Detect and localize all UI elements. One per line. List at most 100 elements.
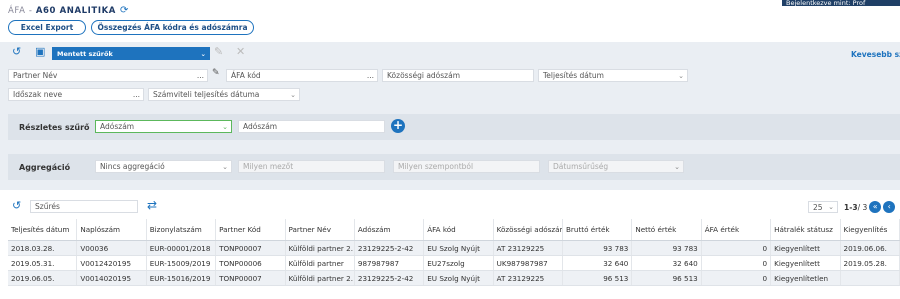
community-tax-number-field[interactable]: Közösségi adószám (382, 69, 534, 82)
table-cell: TONP00007 (216, 241, 286, 255)
table-cell: Kiegyenlítetlen (771, 271, 841, 285)
partner-name-field[interactable]: Partner Név... (8, 69, 208, 82)
chevron-down-icon: ⌄ (674, 162, 680, 171)
pencil-icon[interactable]: ✎ (212, 68, 220, 78)
reset-filter-icon[interactable]: ↺ (12, 46, 21, 58)
chevron-down-icon: ⌄ (222, 122, 228, 131)
column-header[interactable]: Nettó érték (632, 219, 702, 240)
detailed-filter-field-value: Adószám (100, 122, 135, 131)
top-bar: Bejelentkezve mint: Prof (0, 0, 900, 8)
chevron-down-icon: ⌄ (200, 49, 206, 58)
chevron-down-icon: ⌄ (290, 90, 296, 99)
table-cell: 987987987 (355, 256, 425, 270)
table-cell: 2018.03.28. (8, 241, 78, 255)
table-row[interactable]: 2019.06.05. V0014020195 EUR-15016/2019 TONP… (8, 271, 900, 286)
table-cell: 2019.05.31. (8, 256, 78, 270)
table-body: 2018.03.28. V00036 EUR-00001/2018 TONP00007… (8, 241, 900, 286)
page-size-value: 25 (813, 202, 823, 212)
accounting-date-select[interactable]: Számviteli teljesítés dátuma ⌄ (148, 88, 300, 101)
table-cell: 23129225-2-42 (355, 271, 425, 285)
vat-code-field[interactable]: ÁFA kód... (226, 69, 378, 82)
table-cell: V00036 (77, 241, 147, 255)
edit-icon[interactable]: ✎ (214, 45, 223, 58)
table-header: Teljesítés dátum Naplószám Bizonylatszám Pa… (8, 219, 900, 241)
detailed-filter-placeholder: Adószám (243, 122, 278, 131)
column-header[interactable]: Közösségi adószám (494, 219, 563, 240)
date-density-select: Dátumsűrűség ⌄ (548, 160, 684, 173)
breadcrumb-module: ÁFA - (8, 6, 36, 16)
aggregation-aspect-placeholder: Milyen szempontból (398, 162, 474, 171)
aggregation-field-placeholder: Milyen mezőt (243, 162, 294, 171)
column-header[interactable]: Teljesítés dátum (8, 219, 78, 240)
table-cell: Külföldi partner 2. (286, 241, 355, 255)
swap-columns-icon[interactable]: ⇄ (147, 198, 157, 212)
column-header[interactable]: Hátralék státusz (771, 219, 841, 240)
table-cell: Külföldi partner 2. (286, 271, 355, 285)
table-row[interactable]: 2019.05.31. V0012420195 EUR-15009/2019 TONP… (8, 256, 900, 271)
page-range: 1-3 (844, 202, 858, 212)
column-header[interactable]: Partner Kód (216, 219, 286, 240)
table-cell: 96 513 (632, 271, 702, 285)
detailed-filter-field-select[interactable]: Adószám ⌄ (95, 120, 232, 133)
date-density-placeholder: Dátumsűrűség (553, 162, 609, 171)
aggregation-label: Aggregáció (19, 163, 71, 172)
delete-icon[interactable]: ✕ (236, 45, 245, 58)
excel-export-button[interactable]: Excel Export (8, 20, 86, 35)
saved-filters-label: Mentett szűrők (57, 49, 113, 58)
table-cell: Kiegyenlített (771, 256, 841, 270)
table-cell: Külföldi partner (286, 256, 355, 270)
table-cell: UK987987987 (494, 256, 563, 270)
prev-page-icon[interactable]: ‹ (883, 201, 896, 213)
page-title: ÁFA - A60 ANALITIKA ⟳ (8, 5, 129, 16)
aggregation-select-value: Nincs aggregáció (100, 162, 165, 171)
chevron-down-icon: ⌄ (828, 203, 834, 211)
table-cell: 32 640 (632, 256, 702, 270)
first-page-icon[interactable]: « (869, 201, 882, 213)
chevron-down-icon: ⌄ (222, 162, 228, 171)
column-header[interactable]: Kiegyenlítés (841, 219, 900, 240)
table-cell: 0 (702, 256, 772, 270)
grid-filter-input[interactable]: Szűrés (30, 200, 138, 213)
column-header[interactable]: Partner Név (286, 219, 355, 240)
grid-reset-icon[interactable]: ↺ (12, 200, 21, 212)
add-filter-button[interactable]: + (391, 119, 405, 133)
table-cell: EUR-15016/2019 (147, 271, 217, 285)
table-cell: EU27szolg (424, 256, 494, 270)
detailed-filter-value-input[interactable]: Adószám (238, 120, 385, 133)
table-cell: AT 23129225 (494, 271, 563, 285)
table-cell: TONP00006 (216, 256, 286, 270)
less-filters-link[interactable]: Kevesebb sz (851, 50, 900, 59)
aggregation-select[interactable]: Nincs aggregáció ⌄ (95, 160, 232, 173)
table-cell: 0 (702, 271, 772, 285)
column-header[interactable]: Bizonylatszám (147, 219, 217, 240)
page-size-select[interactable]: 25 ⌄ (808, 201, 838, 213)
table-cell: 93 783 (632, 241, 702, 255)
summary-vat-code-button[interactable]: Összegzés ÁFA kódra és adószámra (91, 20, 254, 35)
chevron-down-icon: ⌄ (678, 71, 684, 80)
refresh-icon[interactable]: ⟳ (120, 5, 129, 16)
partner-name-label: Partner Név (13, 71, 58, 80)
table-cell: EU Szolg Nyújt (424, 241, 494, 255)
column-header[interactable]: Adószám (355, 219, 425, 240)
table-cell: EUR-15009/2019 (147, 256, 217, 270)
column-header[interactable]: Bruttó érték (563, 219, 633, 240)
fulfillment-date-select[interactable]: Teljesítés dátum ⌄ (538, 69, 688, 82)
lookup-icon[interactable]: ... (367, 71, 374, 80)
saved-filters-select[interactable]: Mentett szűrők ⌄ (52, 47, 210, 60)
community-tax-number-label: Közösségi adószám (387, 71, 461, 80)
lookup-icon[interactable]: ... (197, 71, 204, 80)
column-header[interactable]: ÁFA kód (424, 219, 494, 240)
table-cell: V0014020195 (77, 271, 147, 285)
table-cell: 0 (702, 241, 772, 255)
period-name-field[interactable]: Időszak neve... (8, 88, 144, 101)
column-header[interactable]: ÁFA érték (702, 219, 772, 240)
table-cell: 23129225-2-42 (355, 241, 425, 255)
table-cell: 96 513 (563, 271, 633, 285)
table-cell: 2019.06.05. (8, 271, 78, 285)
table-cell: 2019.06.06. (841, 241, 900, 255)
column-header[interactable]: Naplószám (77, 219, 147, 240)
table-row[interactable]: 2018.03.28. V00036 EUR-00001/2018 TONP00007… (8, 241, 900, 256)
lookup-icon[interactable]: ... (133, 90, 140, 99)
pagination: 25 ⌄ 1-3 / 3 «‹ (808, 201, 896, 213)
save-filter-icon[interactable]: ▣ (35, 46, 45, 58)
